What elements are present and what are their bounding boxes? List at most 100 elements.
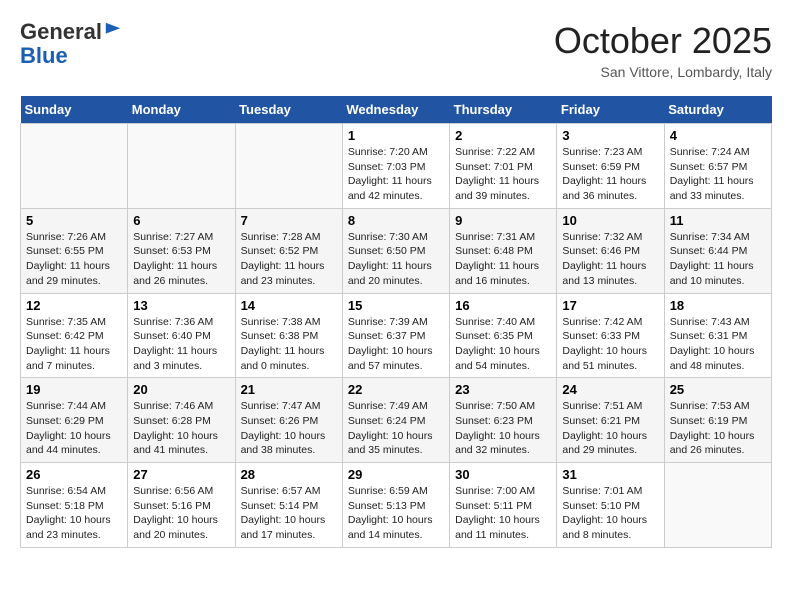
day-info: Sunrise: 7:26 AM Sunset: 6:55 PM Dayligh… [26, 230, 122, 289]
day-number: 30 [455, 467, 551, 482]
day-info: Sunrise: 7:22 AM Sunset: 7:01 PM Dayligh… [455, 145, 551, 204]
location: San Vittore, Lombardy, Italy [554, 64, 772, 80]
column-header-wednesday: Wednesday [342, 96, 449, 124]
day-info: Sunrise: 7:43 AM Sunset: 6:31 PM Dayligh… [670, 315, 766, 374]
day-number: 12 [26, 298, 122, 313]
day-info: Sunrise: 7:49 AM Sunset: 6:24 PM Dayligh… [348, 399, 444, 458]
calendar-cell: 19Sunrise: 7:44 AM Sunset: 6:29 PM Dayli… [21, 378, 128, 463]
logo-blue: Blue [20, 43, 68, 68]
day-number: 19 [26, 382, 122, 397]
title-block: October 2025 San Vittore, Lombardy, Ital… [554, 20, 772, 80]
day-number: 17 [562, 298, 658, 313]
day-number: 4 [670, 128, 766, 143]
header: General Blue October 2025 San Vittore, L… [20, 20, 772, 80]
calendar-cell: 5Sunrise: 7:26 AM Sunset: 6:55 PM Daylig… [21, 208, 128, 293]
calendar-table: SundayMondayTuesdayWednesdayThursdayFrid… [20, 96, 772, 548]
day-info: Sunrise: 6:57 AM Sunset: 5:14 PM Dayligh… [241, 484, 337, 543]
calendar-cell: 9 Sunrise: 7:31 AM Sunset: 6:48 PM Daylig… [450, 208, 557, 293]
calendar-cell [235, 124, 342, 209]
calendar-cell: 20 Sunrise: 7:46 AM Sunset: 6:28 PM Dayli… [128, 378, 235, 463]
calendar-week-row: 5Sunrise: 7:26 AM Sunset: 6:55 PM Daylig… [21, 208, 772, 293]
calendar-week-row: 26 Sunrise: 6:54 AM Sunset: 5:18 PM Dayli… [21, 463, 772, 548]
column-header-thursday: Thursday [450, 96, 557, 124]
day-info: Sunrise: 7:39 AM Sunset: 6:37 PM Dayligh… [348, 315, 444, 374]
day-number: 18 [670, 298, 766, 313]
day-info: Sunrise: 7:31 AM Sunset: 6:48 PM Dayligh… [455, 230, 551, 289]
day-info: Sunrise: 7:28 AM Sunset: 6:52 PM Dayligh… [241, 230, 337, 289]
day-number: 27 [133, 467, 229, 482]
day-info: Sunrise: 7:38 AM Sunset: 6:38 PM Dayligh… [241, 315, 337, 374]
calendar-cell: 24 Sunrise: 7:51 AM Sunset: 6:21 PM Dayli… [557, 378, 664, 463]
logo: General Blue [20, 20, 122, 68]
day-info: Sunrise: 7:35 AM Sunset: 6:42 PM Dayligh… [26, 315, 122, 374]
day-number: 10 [562, 213, 658, 228]
calendar-cell: 1Sunrise: 7:20 AM Sunset: 7:03 PM Daylig… [342, 124, 449, 209]
calendar-cell [128, 124, 235, 209]
calendar-cell: 16Sunrise: 7:40 AM Sunset: 6:35 PM Dayli… [450, 293, 557, 378]
day-number: 9 [455, 213, 551, 228]
day-info: Sunrise: 7:53 AM Sunset: 6:19 PM Dayligh… [670, 399, 766, 458]
day-number: 20 [133, 382, 229, 397]
calendar-cell: 7 Sunrise: 7:28 AM Sunset: 6:52 PM Daylig… [235, 208, 342, 293]
day-info: Sunrise: 6:56 AM Sunset: 5:16 PM Dayligh… [133, 484, 229, 543]
day-info: Sunrise: 7:20 AM Sunset: 7:03 PM Dayligh… [348, 145, 444, 204]
calendar-cell: 30Sunrise: 7:00 AM Sunset: 5:11 PM Dayli… [450, 463, 557, 548]
column-header-tuesday: Tuesday [235, 96, 342, 124]
day-info: Sunrise: 7:36 AM Sunset: 6:40 PM Dayligh… [133, 315, 229, 374]
calendar-cell: 25 Sunrise: 7:53 AM Sunset: 6:19 PM Dayli… [664, 378, 771, 463]
calendar-cell [21, 124, 128, 209]
column-header-saturday: Saturday [664, 96, 771, 124]
calendar-cell: 26 Sunrise: 6:54 AM Sunset: 5:18 PM Dayli… [21, 463, 128, 548]
calendar-cell: 22 Sunrise: 7:49 AM Sunset: 6:24 PM Dayli… [342, 378, 449, 463]
day-info: Sunrise: 7:01 AM Sunset: 5:10 PM Dayligh… [562, 484, 658, 543]
day-info: Sunrise: 7:40 AM Sunset: 6:35 PM Dayligh… [455, 315, 551, 374]
calendar-cell [664, 463, 771, 548]
calendar-cell: 29 Sunrise: 6:59 AM Sunset: 5:13 PM Dayli… [342, 463, 449, 548]
day-info: Sunrise: 7:32 AM Sunset: 6:46 PM Dayligh… [562, 230, 658, 289]
day-number: 29 [348, 467, 444, 482]
calendar-cell: 6Sunrise: 7:27 AM Sunset: 6:53 PM Daylig… [128, 208, 235, 293]
logo-flag-icon [104, 21, 122, 39]
day-number: 3 [562, 128, 658, 143]
day-number: 11 [670, 213, 766, 228]
day-number: 23 [455, 382, 551, 397]
month-title: October 2025 [554, 20, 772, 62]
calendar-cell: 13Sunrise: 7:36 AM Sunset: 6:40 PM Dayli… [128, 293, 235, 378]
day-info: Sunrise: 6:54 AM Sunset: 5:18 PM Dayligh… [26, 484, 122, 543]
calendar-cell: 11 Sunrise: 7:34 AM Sunset: 6:44 PM Dayli… [664, 208, 771, 293]
calendar-cell: 12 Sunrise: 7:35 AM Sunset: 6:42 PM Dayli… [21, 293, 128, 378]
day-info: Sunrise: 7:50 AM Sunset: 6:23 PM Dayligh… [455, 399, 551, 458]
day-number: 21 [241, 382, 337, 397]
calendar-cell: 3 Sunrise: 7:23 AM Sunset: 6:59 PM Daylig… [557, 124, 664, 209]
day-number: 7 [241, 213, 337, 228]
column-header-sunday: Sunday [21, 96, 128, 124]
day-number: 26 [26, 467, 122, 482]
calendar-cell: 28 Sunrise: 6:57 AM Sunset: 5:14 PM Dayli… [235, 463, 342, 548]
calendar-cell: 2Sunrise: 7:22 AM Sunset: 7:01 PM Daylig… [450, 124, 557, 209]
calendar-week-row: 12 Sunrise: 7:35 AM Sunset: 6:42 PM Dayli… [21, 293, 772, 378]
day-number: 25 [670, 382, 766, 397]
day-info: Sunrise: 7:51 AM Sunset: 6:21 PM Dayligh… [562, 399, 658, 458]
day-info: Sunrise: 7:42 AM Sunset: 6:33 PM Dayligh… [562, 315, 658, 374]
calendar-cell: 23 Sunrise: 7:50 AM Sunset: 6:23 PM Dayli… [450, 378, 557, 463]
day-number: 22 [348, 382, 444, 397]
day-number: 28 [241, 467, 337, 482]
day-number: 31 [562, 467, 658, 482]
day-info: Sunrise: 6:59 AM Sunset: 5:13 PM Dayligh… [348, 484, 444, 543]
day-info: Sunrise: 7:46 AM Sunset: 6:28 PM Dayligh… [133, 399, 229, 458]
day-number: 14 [241, 298, 337, 313]
day-info: Sunrise: 7:30 AM Sunset: 6:50 PM Dayligh… [348, 230, 444, 289]
day-info: Sunrise: 7:23 AM Sunset: 6:59 PM Dayligh… [562, 145, 658, 204]
calendar-cell: 31 Sunrise: 7:01 AM Sunset: 5:10 PM Dayli… [557, 463, 664, 548]
logo-general: General [20, 19, 102, 44]
calendar-week-row: 19Sunrise: 7:44 AM Sunset: 6:29 PM Dayli… [21, 378, 772, 463]
calendar-cell: 27 Sunrise: 6:56 AM Sunset: 5:16 PM Dayli… [128, 463, 235, 548]
day-number: 24 [562, 382, 658, 397]
column-header-monday: Monday [128, 96, 235, 124]
calendar-cell: 14 Sunrise: 7:38 AM Sunset: 6:38 PM Dayli… [235, 293, 342, 378]
calendar-cell: 4Sunrise: 7:24 AM Sunset: 6:57 PM Daylig… [664, 124, 771, 209]
calendar-cell: 8Sunrise: 7:30 AM Sunset: 6:50 PM Daylig… [342, 208, 449, 293]
day-info: Sunrise: 7:34 AM Sunset: 6:44 PM Dayligh… [670, 230, 766, 289]
column-header-friday: Friday [557, 96, 664, 124]
day-number: 6 [133, 213, 229, 228]
